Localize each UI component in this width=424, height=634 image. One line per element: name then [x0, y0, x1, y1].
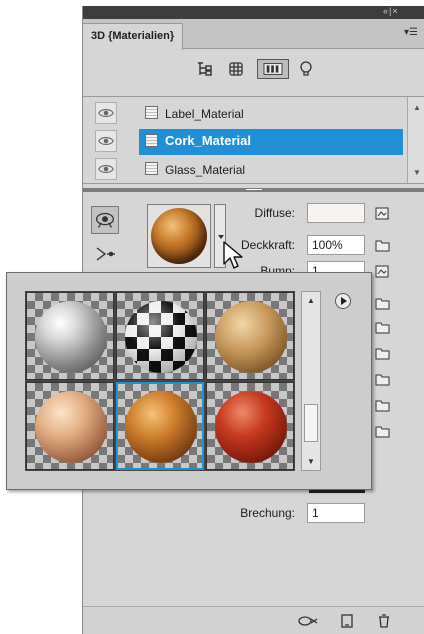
panel-titlebar: «|×: [83, 6, 424, 19]
diffuse-label: Diffuse:: [254, 206, 295, 220]
delete-trash-icon[interactable]: [375, 613, 393, 629]
material-thumbnail[interactable]: [26, 382, 114, 470]
material-drop-tool-icon[interactable]: [91, 240, 119, 268]
environment-swatch-edge: [309, 490, 365, 493]
material-icon: [145, 134, 158, 147]
refraction-field[interactable]: 1: [307, 503, 365, 523]
list-item[interactable]: Cork_Material: [83, 127, 403, 155]
material-label: Glass_Material: [165, 163, 246, 177]
divider-grip[interactable]: [246, 189, 262, 191]
picker-scrollbar[interactable]: ▲ ▼: [301, 291, 321, 471]
folder-icon[interactable]: [375, 296, 391, 310]
list-item[interactable]: Glass_Material: [83, 155, 403, 183]
svg-text:.: .: [388, 215, 390, 220]
picker-menu-arrow-icon[interactable]: [335, 293, 351, 309]
folder-icon[interactable]: [375, 346, 391, 360]
folder-icon[interactable]: [375, 372, 391, 386]
material-icon: [145, 106, 158, 119]
material-thumbnail[interactable]: [116, 292, 204, 380]
list-scrollbar[interactable]: ▲ ▼: [407, 97, 424, 183]
diffuse-color-swatch[interactable]: [307, 203, 365, 223]
cork-sphere: [151, 208, 207, 264]
opacity-folder-icon[interactable]: [375, 238, 391, 252]
folder-icon[interactable]: [375, 424, 391, 438]
material-label: Cork_Material: [165, 133, 251, 148]
scene-tree-icon[interactable]: [195, 60, 213, 78]
panel-controls[interactable]: «|×: [383, 6, 399, 16]
material-select-tool-icon[interactable]: [91, 206, 119, 234]
opacity-label: Deckkraft:: [240, 238, 295, 252]
folder-icon[interactable]: [375, 398, 391, 412]
panel-menu-icon[interactable]: ▾☰: [404, 27, 418, 38]
material-label: Label_Material: [165, 107, 244, 121]
bump-texture-icon[interactable]: [375, 264, 391, 278]
material-preview-swatch[interactable]: [147, 204, 211, 268]
scroll-up-arrow-icon[interactable]: ▲: [413, 103, 421, 112]
list-item[interactable]: Label_Material: [83, 99, 403, 127]
materials-icon[interactable]: [257, 59, 289, 79]
visibility-eye-icon[interactable]: [95, 130, 117, 152]
panel-footer: [83, 606, 424, 634]
scroll-thumb[interactable]: [304, 404, 318, 442]
scroll-up-arrow-icon[interactable]: ▲: [307, 296, 315, 305]
material-thumbnail-selected[interactable]: [116, 382, 204, 470]
opacity-field[interactable]: 100%: [307, 235, 365, 255]
material-thumbnail-grid: [25, 291, 295, 471]
scroll-down-arrow-icon[interactable]: ▼: [307, 457, 315, 466]
mesh-icon[interactable]: [227, 60, 245, 78]
material-icon: [145, 162, 158, 175]
light-icon[interactable]: [297, 60, 315, 78]
render-mode-icon[interactable]: [297, 613, 319, 629]
material-thumbnail[interactable]: [206, 292, 294, 380]
material-list: Label_Material Cork_Material Glass_Mater…: [83, 96, 424, 184]
diffuse-texture-icon[interactable]: .: [375, 206, 391, 221]
material-picker-popup: ▲ ▼: [6, 272, 372, 490]
material-thumbnail[interactable]: [26, 292, 114, 380]
filter-toolbar: [83, 50, 424, 88]
scroll-down-arrow-icon[interactable]: ▼: [413, 168, 421, 177]
refraction-label: Brechung:: [240, 506, 295, 520]
tab-3d-materials[interactable]: 3D {Materialien}: [83, 23, 184, 50]
visibility-eye-icon[interactable]: [95, 102, 117, 124]
material-thumbnail[interactable]: [206, 382, 294, 470]
mouse-pointer-icon: [223, 241, 243, 269]
visibility-eye-icon[interactable]: [95, 158, 117, 180]
tab-bar: 3D {Materialien} ▾☰: [83, 19, 424, 50]
new-material-icon[interactable]: [339, 613, 357, 629]
folder-icon[interactable]: [375, 320, 391, 334]
